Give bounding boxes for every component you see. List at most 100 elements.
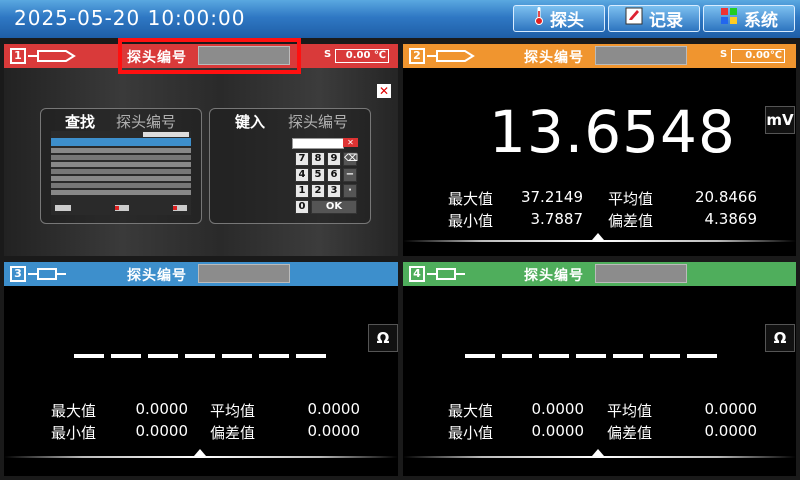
keypad-key-8[interactable]: 8 bbox=[311, 152, 325, 166]
channel-4-scroll-handle[interactable] bbox=[592, 449, 604, 456]
channel-3-probe-id-input[interactable] bbox=[198, 264, 290, 283]
channel-2-avg-value: 20.8466 bbox=[694, 188, 757, 206]
channel-2-number: 2 bbox=[409, 48, 425, 64]
keypad-key-7[interactable]: 7 bbox=[295, 152, 309, 166]
channel-4-dev-label: 偏差值 bbox=[607, 424, 653, 442]
channel-2-temp-value: 0.00℃ bbox=[731, 49, 785, 63]
keypad-key-2[interactable]: 2 bbox=[311, 184, 325, 198]
channel-3-min-value: 0.0000 bbox=[135, 422, 189, 440]
channel-4-avg-value: 0.0000 bbox=[704, 400, 758, 418]
keypad-key-9[interactable]: 9 bbox=[327, 152, 341, 166]
channel-4-min-label: 最小值 bbox=[448, 424, 494, 442]
input-probe-card[interactable]: 键入 探头编号 ✕ 7 8 9 ⌫ 4 5 6 − 1 2 3 · 0 OK bbox=[209, 108, 371, 224]
record-icon bbox=[625, 7, 643, 30]
channel-2-probe-id-input[interactable] bbox=[595, 46, 687, 65]
channel-2-unit-button[interactable]: mV bbox=[765, 106, 795, 134]
keypad-backspace-key[interactable]: ⌫ bbox=[343, 152, 358, 166]
channel-2-probe-label: 探头编号 bbox=[524, 50, 584, 66]
channel-3-min-label: 最小值 bbox=[51, 424, 97, 442]
channel-1-panel: 1 探头编号 S 0.00 ℃ ✕ 查找 探头编号 键入 探头编号 ✕ 7 8 … bbox=[4, 38, 398, 256]
keypad-key-6[interactable]: 6 bbox=[327, 168, 341, 182]
channel-3-avg-value: 0.0000 bbox=[307, 400, 361, 418]
channel-2-max-value: 37.2149 bbox=[520, 188, 583, 206]
resistor-probe-icon bbox=[28, 266, 68, 286]
channel-1-temp-prefix: S bbox=[324, 49, 332, 60]
channel-4-reading-placeholder bbox=[465, 354, 717, 358]
keypad-display bbox=[292, 138, 344, 149]
channel-4-probe-label: 探头编号 bbox=[524, 268, 584, 284]
channel-4-max-value: 0.0000 bbox=[531, 400, 585, 418]
datetime: 2025-05-20 10:00:00 bbox=[14, 6, 246, 30]
keypad-key-3[interactable]: 3 bbox=[327, 184, 341, 198]
channel-2-min-value: 3.7887 bbox=[530, 210, 584, 228]
channel-3-header: 3 探头编号 bbox=[4, 262, 398, 286]
input-card-title: 键入 bbox=[235, 113, 266, 131]
channel-4-body: Ω 最大值 0.0000 平均值 0.0000 最小值 0.0000 偏差值 0… bbox=[403, 286, 796, 476]
close-icon[interactable]: ✕ bbox=[377, 84, 391, 98]
channel-4-header: 4 探头编号 bbox=[403, 262, 796, 286]
nav-system-button[interactable]: 系统 bbox=[703, 5, 795, 32]
probe-plug-icon bbox=[427, 48, 477, 68]
channel-2-header: 2 探头编号 S 0.00℃ bbox=[403, 44, 796, 68]
channel-2-body: mV 13.6548 最大值 37.2149 平均值 20.8466 最小值 3… bbox=[403, 68, 796, 256]
channel-3-scroll-track bbox=[4, 456, 398, 458]
keypad-dot-key[interactable]: · bbox=[343, 184, 357, 198]
channel-3-body: Ω 最大值 0.0000 平均值 0.0000 最小值 0.0000 偏差值 0… bbox=[4, 286, 398, 476]
channel-3-dev-value: 0.0000 bbox=[307, 422, 361, 440]
channel-3-unit-button[interactable]: Ω bbox=[368, 324, 398, 352]
keypad-key-0[interactable]: 0 bbox=[295, 200, 309, 214]
channel-4-max-label: 最大值 bbox=[448, 402, 494, 420]
search-probe-card[interactable]: 查找 探头编号 bbox=[40, 108, 202, 224]
channel-4-unit-button[interactable]: Ω bbox=[765, 324, 795, 352]
top-bar: 2025-05-20 10:00:00 探头 记录 系统 bbox=[0, 0, 800, 38]
channel-4-dev-value: 0.0000 bbox=[704, 422, 758, 440]
channel-4-probe-id-input[interactable] bbox=[595, 264, 687, 283]
channel-1-temp-value: 0.00 ℃ bbox=[335, 49, 389, 63]
channel-2-min-label: 最小值 bbox=[448, 212, 494, 230]
probe-id-highlight-frame bbox=[118, 38, 301, 74]
channel-4-panel: 4 探头编号 Ω 最大值 0.0000 平均值 0.0000 最小值 0.000… bbox=[403, 262, 796, 476]
search-card-title: 查找 bbox=[65, 113, 96, 131]
nav-record-button[interactable]: 记录 bbox=[608, 5, 700, 32]
channel-1-number: 1 bbox=[10, 48, 26, 64]
resistor-probe-icon bbox=[427, 266, 467, 286]
nav-probe-button[interactable]: 探头 bbox=[513, 5, 605, 32]
keypad-key-1[interactable]: 1 bbox=[295, 184, 309, 198]
channel-3-panel: 3 探头编号 Ω 最大值 0.0000 平均值 0.0000 最小值 0.000… bbox=[4, 262, 398, 476]
keypad-minus-key[interactable]: − bbox=[343, 168, 357, 182]
channel-2-reading: 13.6548 bbox=[489, 98, 736, 166]
channel-3-reading-placeholder bbox=[74, 354, 326, 358]
nav-record-label: 记录 bbox=[649, 11, 683, 31]
channel-3-avg-label: 平均值 bbox=[210, 402, 256, 420]
channel-4-number: 4 bbox=[409, 266, 425, 282]
channel-2-scroll-handle[interactable] bbox=[592, 233, 604, 240]
keypad-key-4[interactable]: 4 bbox=[295, 168, 309, 182]
channel-3-dev-label: 偏差值 bbox=[210, 424, 256, 442]
channel-2-dev-value: 4.3869 bbox=[704, 210, 758, 228]
nav-system-label: 系统 bbox=[744, 11, 778, 31]
thermometer-icon bbox=[534, 6, 544, 31]
channel-2-panel: 2 探头编号 S 0.00℃ mV 13.6548 最大值 37.2149 平均… bbox=[403, 44, 796, 256]
channel-4-scroll-track bbox=[403, 456, 796, 458]
nav-probe-label: 探头 bbox=[550, 11, 584, 31]
keypad-close-icon[interactable]: ✕ bbox=[343, 138, 358, 147]
channel-3-scroll-handle[interactable] bbox=[194, 449, 206, 456]
channel-3-max-label: 最大值 bbox=[51, 402, 97, 420]
channel-2-dev-label: 偏差值 bbox=[608, 212, 654, 230]
probe-plug-icon bbox=[28, 48, 78, 68]
channel-2-avg-label: 平均值 bbox=[608, 190, 654, 208]
input-card-subtitle: 探头编号 bbox=[288, 113, 349, 131]
channel-4-min-value: 0.0000 bbox=[531, 422, 585, 440]
channel-2-temp-prefix: S bbox=[720, 49, 728, 60]
search-card-subtitle: 探头编号 bbox=[116, 113, 177, 131]
channel-3-max-value: 0.0000 bbox=[135, 400, 189, 418]
system-grid-icon bbox=[720, 7, 738, 30]
channel-2-max-label: 最大值 bbox=[448, 190, 494, 208]
channel-4-avg-label: 平均值 bbox=[607, 402, 653, 420]
search-table-thumbnail bbox=[51, 131, 191, 215]
channel-2-scroll-track bbox=[403, 240, 796, 242]
channel-3-probe-label: 探头编号 bbox=[127, 268, 187, 284]
keypad-ok-key[interactable]: OK bbox=[311, 200, 357, 214]
channel-3-number: 3 bbox=[10, 266, 26, 282]
keypad-key-5[interactable]: 5 bbox=[311, 168, 325, 182]
